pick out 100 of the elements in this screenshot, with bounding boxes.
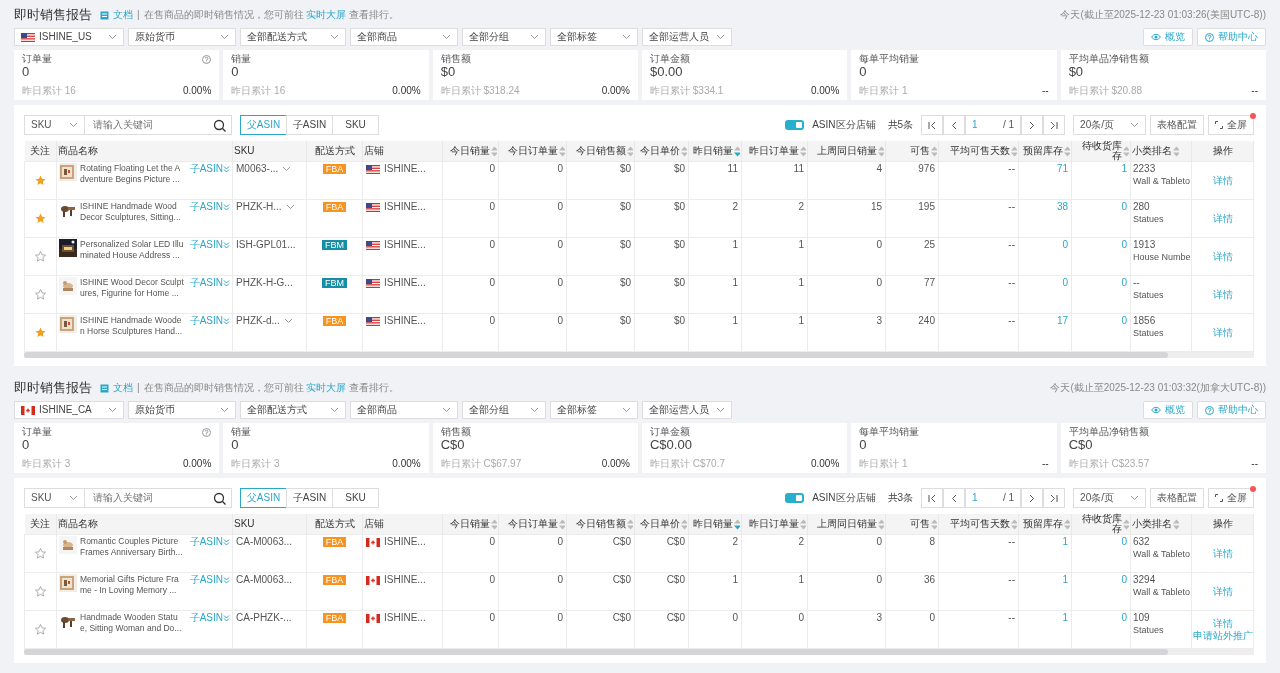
inventory-link[interactable]: 0 [1121, 574, 1127, 585]
child-asin-link[interactable]: 子ASIN [189, 536, 230, 548]
view-tab[interactable]: SKU [332, 115, 379, 135]
filter-dropdown[interactable]: 全部商品 [350, 401, 458, 419]
search-field[interactable]: SKU 请输入关键词 [24, 488, 232, 508]
last-page-button[interactable] [1043, 488, 1066, 508]
toggle-switch[interactable] [785, 493, 805, 503]
filter-dropdown[interactable]: 全部分组 [462, 28, 546, 46]
action-link[interactable]: 详情 [1212, 617, 1233, 629]
action-link[interactable]: 详情 [1212, 288, 1233, 300]
inventory-link[interactable]: 0 [1121, 201, 1127, 212]
filter-dropdown[interactable]: 全部标签 [550, 28, 638, 46]
doc-link[interactable]: 文档 [113, 9, 133, 21]
child-asin-link[interactable]: 子ASIN [189, 201, 230, 213]
action-link[interactable]: 申请站外推广 [1192, 629, 1253, 641]
child-asin-link[interactable]: 子ASIN [189, 574, 230, 586]
filter-dropdown[interactable]: 全部分组 [462, 401, 546, 419]
inventory-link[interactable]: 0 [1062, 277, 1068, 288]
filter-dropdown[interactable]: 全部配送方式 [240, 28, 346, 46]
star-icon[interactable] [35, 289, 46, 301]
inventory-link[interactable]: 1 [1062, 612, 1068, 623]
search-type-select[interactable]: SKU [31, 119, 52, 131]
last-page-button[interactable] [1043, 115, 1066, 135]
table-config-button[interactable]: 表格配置 [1150, 488, 1204, 508]
next-page-button[interactable] [1021, 115, 1044, 135]
product-name[interactable]: Rotating Floating Let the Adventure Begins Picture ... [80, 163, 184, 185]
product-name[interactable]: Personalized Solar LED Illuminated House Address ... [80, 239, 184, 261]
child-asin-link[interactable]: 子ASIN [189, 239, 230, 251]
page-size-dropdown[interactable]: 20条/页 [1073, 115, 1146, 135]
action-link[interactable]: 详情 [1212, 212, 1233, 224]
table-config-button[interactable]: 表格配置 [1150, 115, 1204, 135]
doc-link[interactable]: 文档 [113, 382, 133, 394]
inventory-link[interactable]: 0 [1121, 536, 1127, 547]
page-size-dropdown[interactable]: 20条/页 [1073, 488, 1146, 508]
star-icon[interactable] [35, 586, 46, 598]
previous-page-button[interactable] [943, 488, 966, 508]
star-icon[interactable] [35, 327, 46, 339]
action-link[interactable]: 详情 [1212, 326, 1233, 338]
filter-dropdown[interactable]: 全部运营人员 [642, 28, 732, 46]
help-center-button[interactable]: 帮助中心 [1197, 28, 1266, 46]
product-name[interactable]: Memorial Gifts Picture Frame - In Loving Memory ... [80, 574, 184, 596]
realtime-link[interactable]: 实时大屏 [306, 9, 347, 20]
filter-dropdown[interactable]: 全部配送方式 [240, 401, 346, 419]
search-field[interactable]: SKU 请输入关键词 [24, 115, 232, 135]
action-link[interactable]: 详情 [1212, 585, 1233, 597]
filter-dropdown[interactable]: ISHINE_CA [14, 401, 124, 419]
first-page-button[interactable] [921, 488, 944, 508]
star-icon[interactable] [35, 624, 46, 636]
star-icon[interactable] [35, 213, 46, 225]
filter-dropdown[interactable]: 原始货币 [128, 401, 236, 419]
view-tab[interactable]: 子ASIN [286, 488, 333, 508]
child-asin-link[interactable]: 子ASIN [189, 277, 230, 289]
page-field[interactable]: 1 / 1 [965, 115, 1022, 135]
filter-dropdown[interactable]: 全部标签 [550, 401, 638, 419]
action-link[interactable]: 详情 [1212, 250, 1233, 262]
filter-dropdown[interactable]: 原始货币 [128, 28, 236, 46]
fullscreen-button[interactable]: 全屏 [1208, 488, 1254, 508]
inventory-link[interactable]: 1 [1062, 574, 1068, 585]
search-type-select[interactable]: SKU [31, 492, 52, 504]
product-name[interactable]: ISHINE Handmade Wood Decor Sculptures, Sitting... [80, 201, 184, 223]
star-icon[interactable] [35, 175, 46, 187]
next-page-button[interactable] [1021, 488, 1044, 508]
inventory-link[interactable]: 38 [1056, 201, 1068, 212]
star-icon[interactable] [35, 548, 46, 560]
star-icon[interactable] [35, 251, 46, 263]
child-asin-link[interactable]: 子ASIN [189, 163, 230, 175]
inventory-link[interactable]: 0 [1121, 612, 1127, 623]
filter-dropdown[interactable]: 全部运营人员 [642, 401, 732, 419]
child-asin-link[interactable]: 子ASIN [189, 315, 230, 327]
child-asin-link[interactable]: 子ASIN [189, 612, 230, 624]
product-name[interactable]: ISHINE Wood Decor Sculptures, Figurine for Home ... [80, 277, 184, 299]
help-center-button[interactable]: 帮助中心 [1197, 401, 1266, 419]
product-name[interactable]: Handmade Wooden Statue, Sitting Woman and Do... [80, 612, 184, 634]
action-link[interactable]: 详情 [1212, 174, 1233, 186]
scrollbar-thumb[interactable] [24, 352, 1168, 358]
first-page-button[interactable] [921, 115, 944, 135]
inventory-link[interactable]: 1 [1062, 536, 1068, 547]
toggle-switch[interactable] [785, 120, 805, 130]
inventory-link[interactable]: 1 [1121, 163, 1127, 174]
filter-dropdown[interactable]: 全部商品 [350, 28, 458, 46]
fullscreen-button[interactable]: 全屏 [1208, 115, 1254, 135]
previous-page-button[interactable] [943, 115, 966, 135]
product-name[interactable]: ISHINE Handmade Wooden Horse Sculptures Hand... [80, 315, 184, 337]
inventory-link[interactable]: 17 [1056, 315, 1068, 326]
overview-button[interactable]: 概览 [1143, 28, 1193, 46]
page-field[interactable]: 1 / 1 [965, 488, 1022, 508]
view-tab[interactable]: 父ASIN [240, 488, 287, 508]
realtime-link[interactable]: 实时大屏 [306, 382, 347, 393]
inventory-link[interactable]: 0 [1121, 315, 1127, 326]
view-tab[interactable]: 子ASIN [286, 115, 333, 135]
inventory-link[interactable]: 0 [1121, 239, 1127, 250]
inventory-link[interactable]: 0 [1062, 239, 1068, 250]
action-link[interactable]: 详情 [1212, 547, 1233, 559]
overview-button[interactable]: 概览 [1143, 401, 1193, 419]
scrollbar-thumb[interactable] [24, 649, 1168, 655]
product-name[interactable]: Romantic Couples Picture Frames Anniversary Birth... [80, 536, 184, 558]
inventory-link[interactable]: 71 [1056, 163, 1068, 174]
filter-dropdown[interactable]: ISHINE_US [14, 28, 124, 46]
inventory-link[interactable]: 0 [1121, 277, 1127, 288]
view-tab[interactable]: 父ASIN [240, 115, 287, 135]
